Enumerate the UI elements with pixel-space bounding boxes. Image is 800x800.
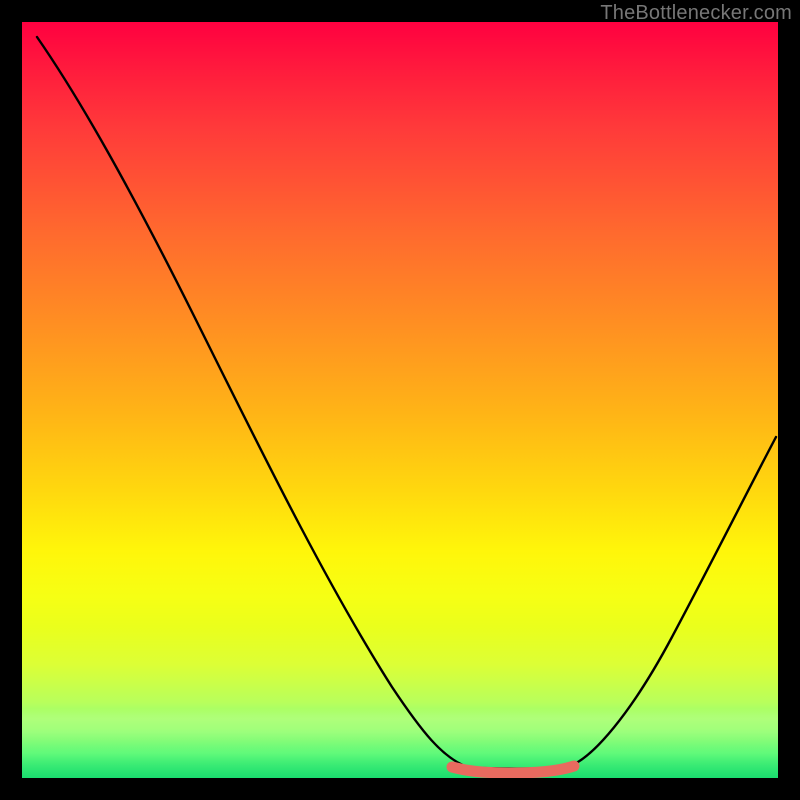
- watermark-text: TheBottlenecker.com: [600, 2, 792, 25]
- bottleneck-curve: [22, 22, 778, 778]
- curve-path: [37, 37, 776, 769]
- bottom-gradient-fade: [22, 708, 778, 778]
- chart-frame: TheBottlenecker.com: [0, 0, 800, 800]
- flat-marker: [452, 766, 574, 773]
- plot-area: [22, 22, 778, 778]
